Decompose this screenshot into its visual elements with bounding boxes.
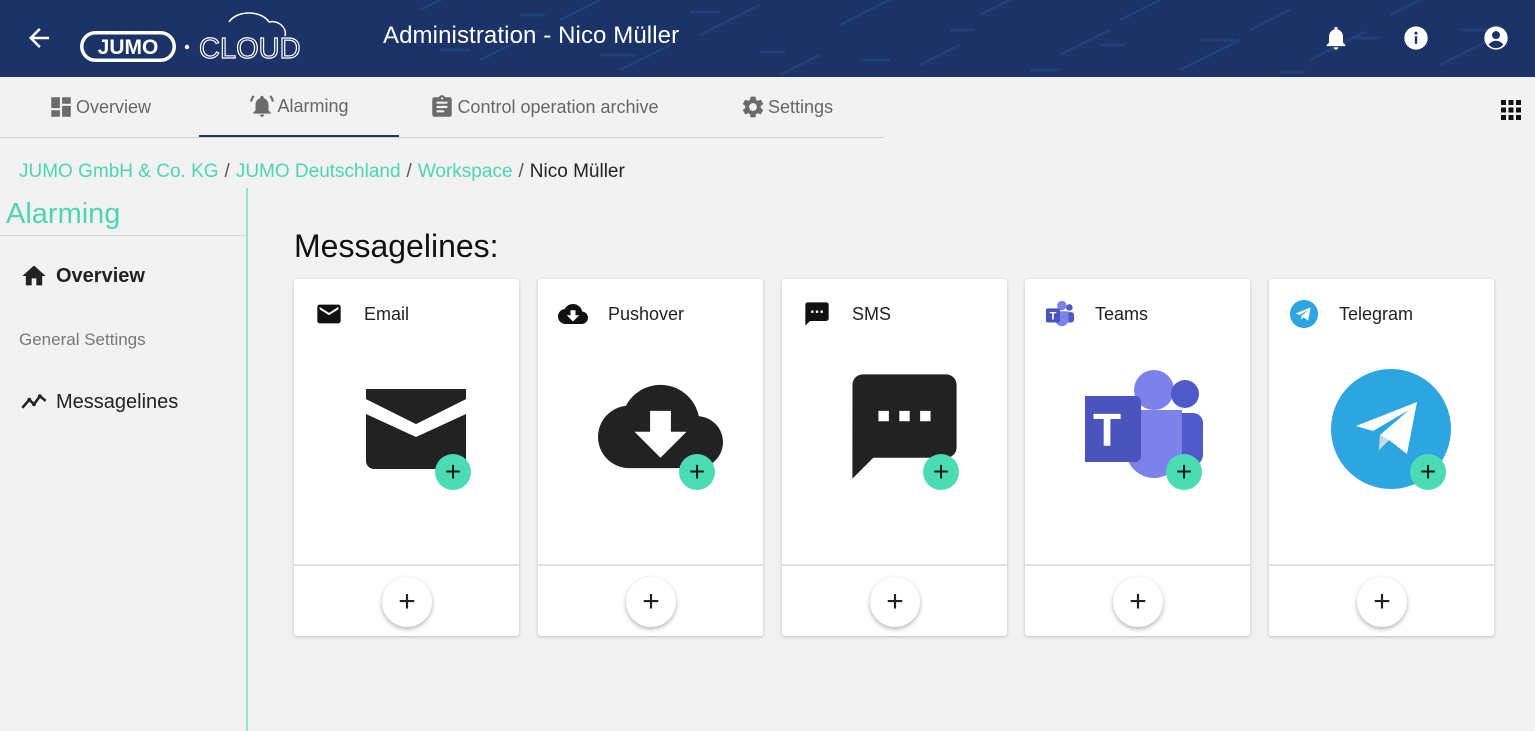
- tab-overview[interactable]: Overview: [0, 77, 199, 137]
- card-divider: [1269, 564, 1494, 566]
- breadcrumb-separator: /: [224, 161, 230, 182]
- messageline-card-sms: SMS + +: [782, 279, 1007, 636]
- add-badge-icon: +: [1410, 454, 1446, 490]
- card-divider: [782, 564, 1007, 566]
- add-badge-icon: +: [435, 454, 471, 490]
- breadcrumb-link[interactable]: Workspace: [418, 161, 513, 182]
- info-icon[interactable]: [1402, 24, 1430, 52]
- messageline-card-pushover: Pushover + +: [538, 279, 763, 636]
- add-telegram-button[interactable]: +: [1357, 577, 1407, 627]
- svg-text:CLOUD: CLOUD: [199, 33, 301, 64]
- svg-text:T: T: [1050, 311, 1057, 323]
- card-header: Pushover: [558, 299, 684, 329]
- card-title: Pushover: [608, 303, 685, 324]
- sms-icon: [805, 302, 829, 326]
- add-sms-button[interactable]: +: [870, 577, 920, 627]
- sidebar-item-messagelines[interactable]: Messagelines: [20, 388, 178, 416]
- breadcrumb-link[interactable]: JUMO Deutschland: [236, 161, 401, 182]
- sidebar-item-general-settings[interactable]: General Settings: [19, 330, 146, 350]
- tab-label: Control operation archive: [457, 96, 659, 117]
- main-tabs: Overview Alarming Control operation arch…: [0, 77, 884, 138]
- app-header: JUMO CLOUD Administration - Nico Müller: [0, 0, 1535, 77]
- jumo-cloud-logo[interactable]: JUMO CLOUD: [79, 12, 311, 64]
- section-title: Messagelines:: [294, 228, 499, 264]
- card-header: Telegram: [1289, 299, 1413, 329]
- card-divider: [538, 564, 763, 566]
- add-pushover-button[interactable]: +: [626, 577, 676, 627]
- card-header: SMS: [802, 299, 891, 329]
- add-teams-button[interactable]: +: [1113, 577, 1163, 627]
- card-header: T Teams: [1045, 299, 1148, 329]
- telegram-icon: [1289, 299, 1319, 329]
- card-title: Teams: [1095, 303, 1149, 324]
- page-title: Administration - Nico Müller: [383, 22, 680, 49]
- tab-control-operation-archive[interactable]: Control operation archive: [399, 77, 689, 137]
- messageline-card-email: Email + +: [294, 279, 519, 636]
- tab-label: Overview: [75, 96, 151, 117]
- card-title: Telegram: [1339, 303, 1414, 324]
- bell-icon[interactable]: [1322, 24, 1350, 52]
- add-email-button[interactable]: +: [382, 577, 432, 627]
- breadcrumb-link[interactable]: JUMO GmbH & Co. KG: [19, 161, 219, 182]
- card-header: Email: [314, 299, 409, 329]
- gear-icon: [742, 96, 764, 118]
- alarm-bell-icon: [250, 95, 275, 117]
- tab-alarming[interactable]: Alarming: [199, 77, 399, 137]
- card-divider: [294, 564, 519, 566]
- tab-settings[interactable]: Settings: [689, 77, 884, 137]
- sidebar-heading: Alarming: [6, 198, 121, 230]
- tab-label: Alarming: [277, 95, 349, 116]
- back-arrow-icon[interactable]: [24, 23, 54, 53]
- sidebar-item-label: Overview: [56, 264, 145, 287]
- sidebar-divider: [0, 235, 246, 236]
- card-divider: [1025, 564, 1250, 566]
- add-badge-icon: +: [1166, 454, 1202, 490]
- sidebar-item-label: Messagelines: [56, 390, 179, 413]
- breadcrumb: JUMO GmbH & Co. KG / JUMO Deutschland / Work…: [19, 161, 625, 183]
- messageline-card-teams: T Teams T + +: [1025, 279, 1250, 636]
- email-icon: [317, 304, 341, 324]
- breadcrumb-current: Nico Müller: [529, 161, 625, 182]
- teams-icon: T: [1045, 300, 1075, 327]
- add-badge-icon: +: [679, 454, 715, 490]
- tab-label: Settings: [767, 96, 834, 117]
- add-badge-icon: +: [923, 454, 959, 490]
- cloud-download-icon: [558, 304, 588, 324]
- svg-text:JUMO: JUMO: [98, 36, 159, 59]
- sidebar-item-label: General Settings: [19, 330, 146, 349]
- clipboard-icon: [432, 95, 453, 117]
- card-title: Email: [364, 303, 410, 324]
- svg-text:T: T: [1093, 404, 1121, 456]
- breadcrumb-separator: /: [518, 161, 524, 182]
- messageline-card-telegram: Telegram + +: [1269, 279, 1494, 636]
- trend-line-icon: [21, 394, 47, 409]
- dashboard-icon: [51, 97, 71, 117]
- account-icon[interactable]: [1482, 24, 1510, 52]
- home-icon: [22, 265, 46, 286]
- breadcrumb-separator: /: [406, 161, 412, 182]
- card-title: SMS: [852, 303, 892, 324]
- sidebar: Alarming Overview General Settings Messa…: [0, 188, 248, 731]
- sidebar-item-overview[interactable]: Overview: [20, 262, 145, 290]
- apps-grid-icon[interactable]: [1499, 98, 1523, 122]
